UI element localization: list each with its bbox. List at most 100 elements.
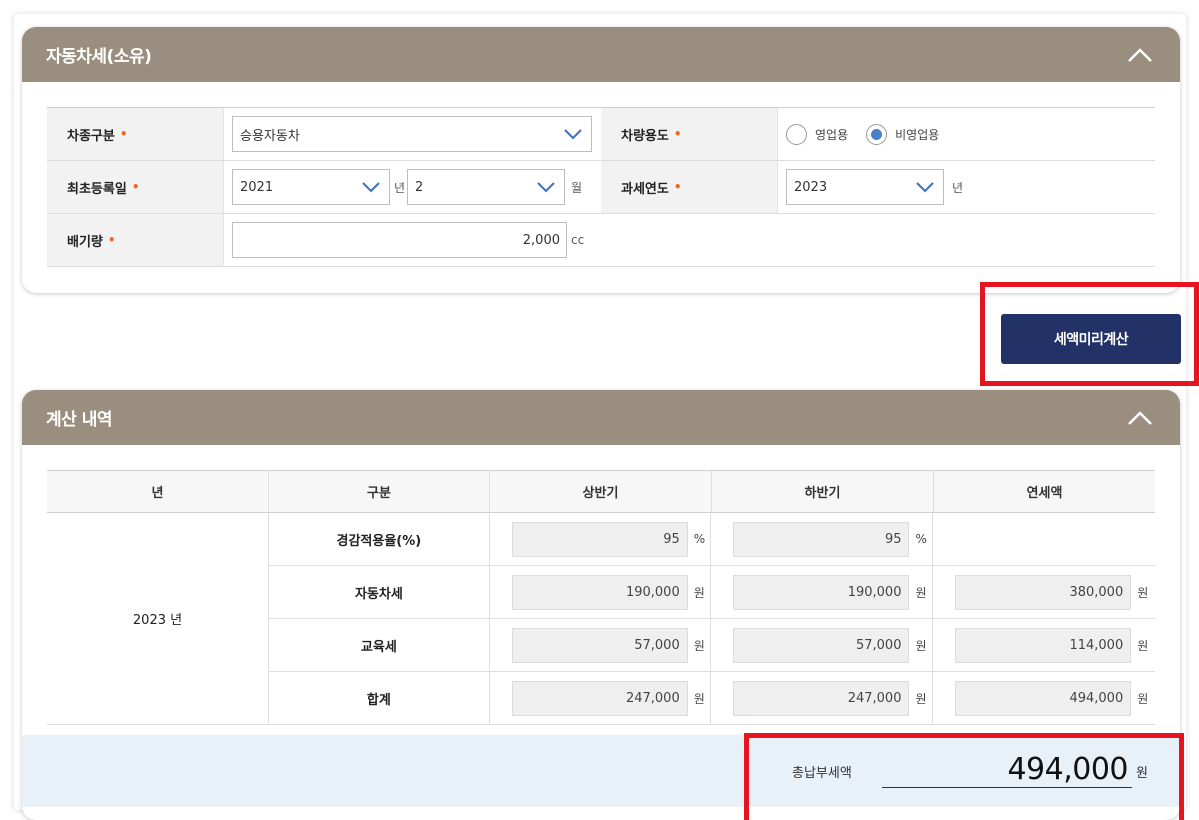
row-label: 자동차세 — [269, 566, 490, 618]
radio-noncommercial-label[interactable]: 비영업용 — [895, 126, 939, 143]
value-unit: % — [693, 532, 706, 546]
value-unit: 원 — [915, 638, 927, 653]
vehicle-type-label: 차종구분 • — [47, 108, 224, 160]
result-title: 계산 내역 — [46, 410, 112, 430]
value-box: 95 — [511, 521, 688, 557]
table-row: 경감적용율(%) 95% 95% — [269, 513, 1155, 566]
usage-label: 차량용도 • — [601, 108, 778, 160]
radio-commercial[interactable] — [786, 123, 807, 145]
displacement-label: 배기량 • — [47, 214, 224, 266]
value-unit: 원 — [915, 585, 927, 600]
tax-year-select[interactable]: 2023 — [786, 169, 944, 205]
value-box: 247,000 — [733, 680, 910, 716]
required-mark: • — [119, 127, 128, 141]
collapse-chevron-up-icon[interactable] — [1126, 45, 1154, 65]
required-mark: • — [107, 233, 116, 247]
radio-selected-dot — [871, 128, 883, 140]
first-reg-label: 최초등록일 • — [47, 161, 224, 213]
usage-cell: 영업용 비영업용 — [778, 108, 1155, 160]
chevron-down-icon — [537, 182, 555, 193]
value-box: 114,000 — [955, 627, 1132, 663]
vehicle-type-cell: 승용자동차 — [224, 108, 601, 160]
col-header-annual: 연세액 — [1026, 486, 1063, 501]
value-box: 190,000 — [511, 574, 688, 610]
col-header-second-half: 하반기 — [712, 471, 934, 512]
tax-year-unit: 년 — [952, 180, 964, 195]
year-unit: 년 — [394, 180, 406, 195]
first-reg-month-select[interactable]: 2 — [407, 169, 566, 205]
vehicle-tax-panel: 자동차세(소유) 차종구분 • 승용자동차 차량용도 • 영업용 비영업용 최초등록… — [22, 27, 1180, 293]
value-unit: 원 — [1137, 585, 1149, 600]
table-row: 자동차세 190,000 원 190,000 원 380,000 원 — [269, 566, 1155, 619]
value-box: 95 — [733, 521, 910, 557]
second-half-cell: 95% — [711, 513, 934, 565]
value-box: 380,000 — [955, 574, 1132, 610]
calculate-button[interactable]: 세액미리계산 — [1001, 314, 1181, 364]
highlight-box-total — [744, 733, 1184, 820]
displacement-input[interactable] — [232, 222, 567, 258]
value-box: 190,000 — [733, 574, 910, 610]
first-reg-month-value: 2 — [415, 179, 424, 195]
value-unit: 원 — [693, 585, 705, 600]
table-row: 교육세 57,000 원 57,000 원 114,000 원 — [269, 619, 1155, 672]
chevron-down-icon — [916, 182, 934, 193]
radio-commercial-label[interactable]: 영업용 — [815, 126, 848, 143]
value-box: 247,000 — [511, 680, 688, 716]
table-header-row: 년 구분 상반기 하반기 연세액 — [47, 471, 1155, 513]
tax-year-label: 과세연도 • — [601, 161, 778, 213]
vehicle-tax-header[interactable]: 자동차세(소유) — [22, 27, 1180, 82]
value-box: 57,000 — [511, 627, 688, 663]
annual-cell: 494,000 원 — [933, 672, 1155, 724]
col-header-first-half: 상반기 — [490, 471, 712, 512]
first-half-cell: 190,000 원 — [490, 566, 712, 618]
chevron-down-icon — [362, 182, 380, 193]
annual-cell: 380,000 원 — [933, 566, 1155, 618]
value-unit: 원 — [1137, 691, 1149, 706]
required-mark: • — [131, 180, 140, 194]
value-unit: 원 — [693, 691, 705, 706]
first-reg-cell: 2021 년 2 월 — [224, 161, 601, 213]
value-box: 494,000 — [955, 680, 1132, 716]
first-reg-year-select[interactable]: 2021 — [232, 169, 390, 205]
required-mark: • — [673, 127, 682, 141]
table-body: 2023 년 경감적용율(%) 95% 95% 자동차세 190,000 원 19… — [47, 513, 1155, 725]
value-unit: 원 — [1137, 638, 1149, 653]
month-unit: 월 — [571, 180, 583, 195]
first-half-cell: 95% — [490, 513, 712, 565]
value-unit: 원 — [693, 638, 705, 653]
col-header-year: 년 — [47, 471, 269, 512]
first-half-cell: 247,000 원 — [490, 672, 712, 724]
required-mark: • — [673, 180, 682, 194]
first-half-cell: 57,000 원 — [490, 619, 712, 671]
form-row-type-usage: 차종구분 • 승용자동차 차량용도 • 영업용 비영업용 — [47, 108, 1155, 161]
row-label: 교육세 — [269, 619, 490, 671]
value-box: 57,000 — [733, 627, 910, 663]
year-cell: 2023 년 — [47, 513, 269, 725]
value-unit: 원 — [915, 691, 927, 706]
chevron-down-icon — [564, 129, 582, 140]
col-header-category: 구분 — [269, 471, 490, 512]
annual-cell: 114,000 원 — [933, 619, 1155, 671]
vehicle-type-select[interactable]: 승용자동차 — [232, 116, 592, 152]
displacement-cell: cc — [224, 214, 1155, 266]
radio-noncommercial[interactable] — [866, 123, 888, 145]
collapse-chevron-up-icon[interactable] — [1126, 408, 1154, 428]
result-table: 년 구분 상반기 하반기 연세액 2023 년 경감적용율(%) 95% 95%… — [47, 470, 1155, 725]
result-header[interactable]: 계산 내역 — [22, 390, 1180, 445]
form-row-displacement: 배기량• cc — [47, 214, 1155, 267]
table-rows: 경감적용율(%) 95% 95% 자동차세 190,000 원 190,000 원 … — [269, 513, 1155, 725]
displacement-unit: cc — [571, 233, 585, 247]
second-half-cell: 57,000 원 — [711, 619, 934, 671]
tax-year-cell: 2023 년 — [778, 161, 1155, 213]
second-half-cell: 247,000 원 — [711, 672, 934, 724]
vehicle-tax-form: 차종구분 • 승용자동차 차량용도 • 영업용 비영업용 최초등록일 • 2021 — [47, 107, 1155, 267]
table-row: 합계 247,000 원 247,000 원 494,000 원 — [269, 672, 1155, 725]
first-reg-year-value: 2021 — [240, 179, 274, 195]
tax-year-value: 2023 — [794, 179, 828, 195]
second-half-cell: 190,000 원 — [711, 566, 934, 618]
vehicle-tax-title: 자동차세(소유) — [46, 47, 152, 67]
row-label: 경감적용율(%) — [269, 513, 490, 565]
row-label: 합계 — [269, 672, 490, 724]
annual-cell — [933, 513, 1155, 565]
form-row-date-year: 최초등록일 • 2021 년 2 월 과세연도 • 2023 년 — [47, 161, 1155, 214]
